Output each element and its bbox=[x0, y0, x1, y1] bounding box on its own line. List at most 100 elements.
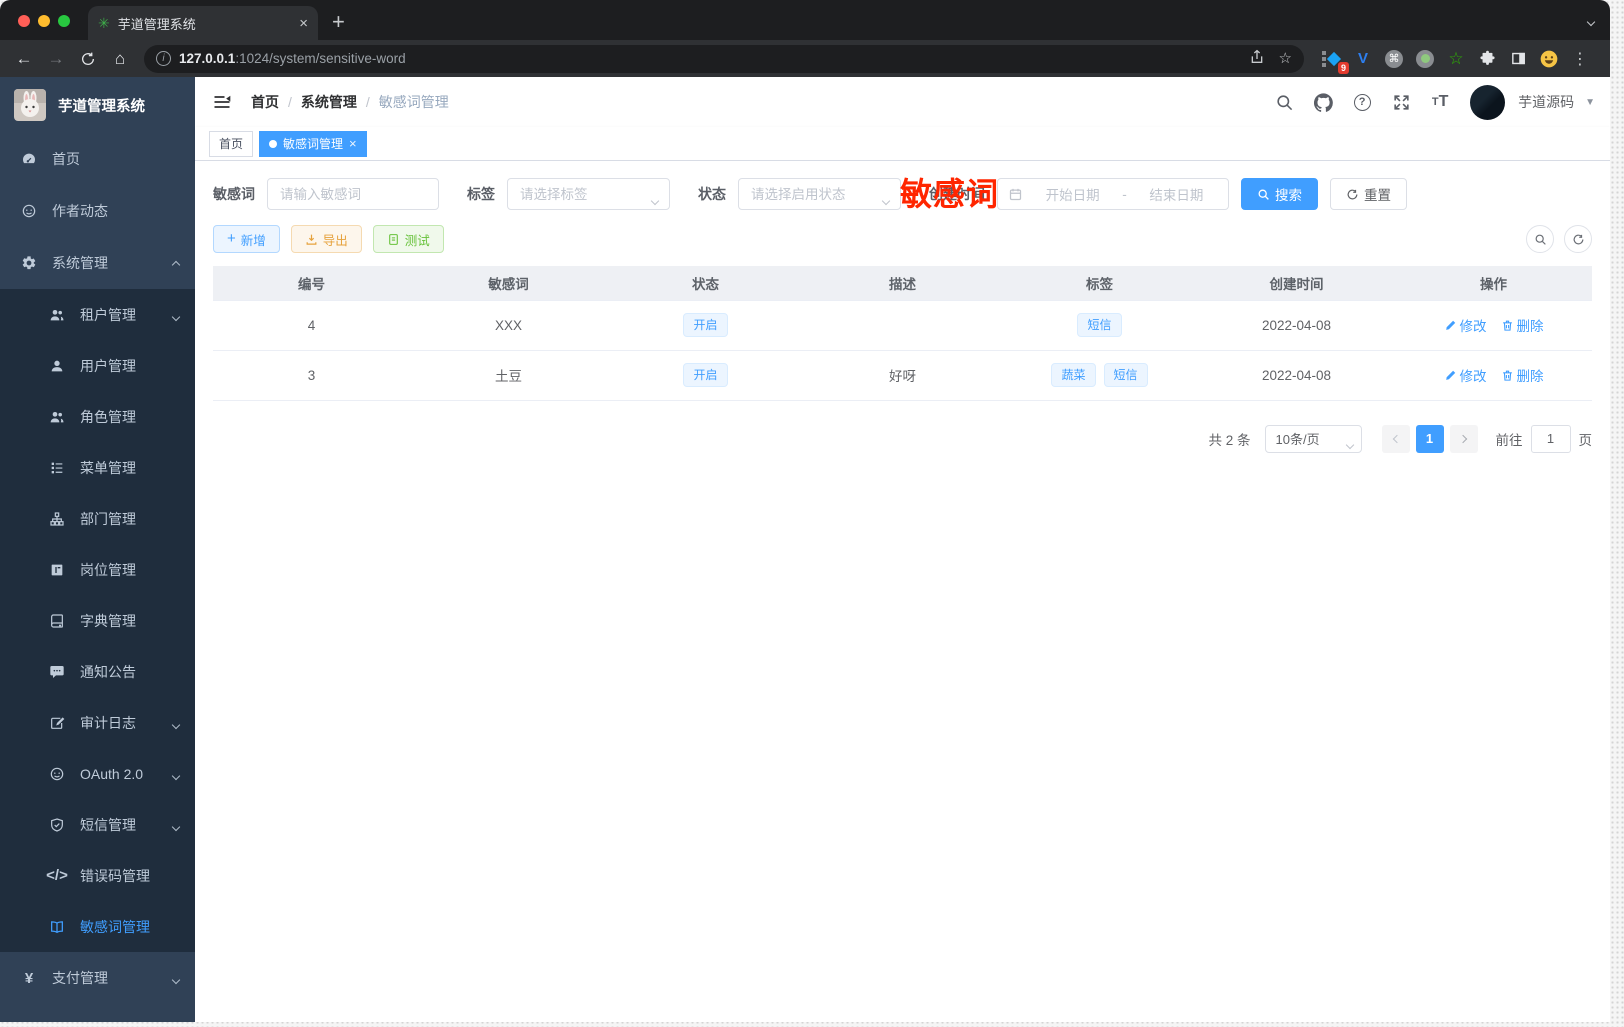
tab-close-icon[interactable]: × bbox=[349, 136, 357, 151]
edit-button[interactable]: 修改 bbox=[1444, 365, 1487, 385]
refresh-table-button[interactable] bbox=[1564, 225, 1592, 253]
date-range-picker[interactable]: 开始日期 - 结束日期 bbox=[997, 178, 1229, 210]
chevron-down-icon bbox=[881, 191, 891, 207]
refresh-icon bbox=[1347, 189, 1358, 199]
sidebar-item-user[interactable]: 用户管理 bbox=[0, 340, 195, 391]
profile-emoji-icon[interactable] bbox=[1539, 49, 1559, 69]
tag-badge: 短信 bbox=[1077, 312, 1122, 338]
log-icon bbox=[48, 714, 66, 732]
sidebar-item-dept[interactable]: 部门管理 bbox=[0, 493, 195, 544]
date-start-placeholder[interactable]: 开始日期 bbox=[1031, 184, 1114, 204]
minimize-window-button[interactable] bbox=[38, 15, 50, 27]
sidebar-item-label: 租户管理 bbox=[80, 306, 136, 323]
back-button[interactable]: ← bbox=[10, 45, 38, 73]
sidebar-item-pay[interactable]: ¥ 支付管理 bbox=[0, 952, 195, 1004]
browser-menu-icon[interactable]: ⋮ bbox=[1570, 49, 1592, 69]
font-size-icon[interactable]: TT bbox=[1425, 87, 1455, 117]
extension-star-icon[interactable]: ☆ bbox=[1446, 49, 1466, 69]
sidebar-item-home[interactable]: 首页 bbox=[0, 133, 195, 185]
header-search-icon[interactable] bbox=[1269, 87, 1299, 117]
github-icon[interactable] bbox=[1308, 87, 1338, 117]
tab-home[interactable]: 首页 bbox=[209, 130, 254, 157]
search-button[interactable]: 搜索 bbox=[1241, 178, 1318, 210]
refresh-icon bbox=[1573, 234, 1583, 244]
admin-app: 芋道管理系统 首页 作者动态 系统管理 租户管理 用户管理 角色管理 菜单管理 部门管理 岗位管… bbox=[0, 77, 1610, 1022]
extensions-puzzle-icon[interactable] bbox=[1477, 49, 1497, 69]
sidebar-item-sensitive-word[interactable]: 敏感词管理 bbox=[0, 901, 195, 952]
goto-page-input[interactable] bbox=[1530, 424, 1571, 453]
sidebar-logo[interactable]: 芋道管理系统 bbox=[0, 77, 195, 133]
sidebar-item-label: OAuth 2.0 bbox=[80, 765, 144, 782]
extension-command-icon[interactable]: ⌘ bbox=[1384, 49, 1404, 69]
edit-button[interactable]: 修改 bbox=[1444, 315, 1487, 335]
sidebar: 芋道管理系统 首页 作者动态系统管理租户管理用户管理 角色管理 菜单管理 部门管理 岗位管… bbox=[0, 77, 195, 1022]
extension-vimium-icon[interactable]: V bbox=[1353, 49, 1373, 69]
test-button[interactable]: 测试 bbox=[372, 225, 444, 253]
username[interactable]: 芋道源码 bbox=[1518, 92, 1574, 112]
breadcrumb-home[interactable]: 首页 bbox=[251, 92, 279, 112]
extension-diamond-icon[interactable]: 9 bbox=[1322, 49, 1349, 74]
address-bar[interactable]: i 127.0.0.1:1024/system/sensitive-word ☆ bbox=[144, 44, 1304, 73]
calendar-icon bbox=[1008, 187, 1023, 202]
share-icon[interactable] bbox=[1249, 49, 1265, 69]
home-button[interactable]: ⌂ bbox=[106, 45, 134, 73]
extension-recorder-icon[interactable] bbox=[1415, 49, 1435, 69]
chevron-down-icon bbox=[171, 817, 181, 833]
document-icon bbox=[388, 233, 398, 245]
next-page-button[interactable] bbox=[1449, 424, 1478, 453]
sidebar-item-sms[interactable]: 短信管理 bbox=[0, 799, 195, 850]
sidebar-item-post[interactable]: 岗位管理 bbox=[0, 544, 195, 595]
help-icon[interactable]: ? bbox=[1347, 87, 1377, 117]
sidebar-toggle-icon[interactable] bbox=[1508, 49, 1528, 69]
user-avatar[interactable] bbox=[1470, 84, 1506, 120]
sidebar-collapse-icon[interactable] bbox=[209, 89, 235, 115]
sidebar-item-author-feed[interactable]: 作者动态 bbox=[0, 185, 195, 237]
sidebar-item-system[interactable]: 系统管理 bbox=[0, 237, 195, 289]
add-button[interactable]: + 新增 bbox=[213, 225, 280, 253]
fullscreen-icon[interactable] bbox=[1386, 87, 1416, 117]
show-search-button[interactable] bbox=[1526, 225, 1554, 253]
tag-select[interactable] bbox=[507, 178, 670, 210]
user-menu-caret-icon[interactable]: ▼ bbox=[1585, 97, 1595, 108]
browser-tab[interactable]: ✳ 芋道管理系统 × bbox=[88, 6, 318, 40]
site-info-icon[interactable]: i bbox=[156, 51, 171, 66]
sidebar-item-tenant[interactable]: 租户管理 bbox=[0, 289, 195, 340]
gear-icon bbox=[20, 254, 38, 272]
export-button[interactable]: 导出 bbox=[290, 225, 362, 253]
sidebar-item-notice[interactable]: 通知公告 bbox=[0, 646, 195, 697]
reset-button[interactable]: 重置 bbox=[1330, 178, 1407, 210]
sidebar-item-audit-log[interactable]: 审计日志 bbox=[0, 697, 195, 748]
sidebar-item-label: 通知公告 bbox=[80, 663, 136, 680]
sidebar-item-role[interactable]: 角色管理 bbox=[0, 391, 195, 442]
bookmark-star-icon[interactable]: ☆ bbox=[1279, 49, 1292, 69]
zoom-window-button[interactable] bbox=[58, 15, 70, 27]
sidebar-item-oauth2[interactable]: OAuth 2.0 bbox=[0, 748, 195, 799]
delete-button[interactable]: 删除 bbox=[1501, 315, 1544, 335]
menu-tree-icon bbox=[48, 459, 66, 477]
tab-search-chevron-icon[interactable] bbox=[1586, 12, 1596, 28]
forward-button[interactable]: → bbox=[42, 45, 70, 73]
sidebar-item-menu[interactable]: 菜单管理 bbox=[0, 442, 195, 493]
main-area: 首页 / 系统管理 / 敏感词管理 ? T T 芋道源码 ▼ 首页 敏感词管理 … bbox=[195, 77, 1610, 1022]
delete-button[interactable]: 删除 bbox=[1501, 365, 1544, 385]
oauth-icon bbox=[48, 765, 66, 783]
tab-title: 芋道管理系统 bbox=[117, 16, 196, 32]
reload-button[interactable] bbox=[74, 45, 102, 73]
prev-page-button[interactable] bbox=[1381, 424, 1410, 453]
sidebar-item-label: 系统管理 bbox=[52, 255, 108, 271]
tab-sensitive-word[interactable]: 敏感词管理 × bbox=[259, 130, 367, 157]
date-end-placeholder[interactable]: 结束日期 bbox=[1135, 184, 1218, 204]
sidebar-item-error-code[interactable]: </> 错误码管理 bbox=[0, 850, 195, 901]
tab-close-icon[interactable]: × bbox=[299, 15, 308, 32]
sidebar-item-dict[interactable]: 字典管理 bbox=[0, 595, 195, 646]
cell-word: XXX bbox=[410, 300, 607, 351]
sidebar-item-label: 字典管理 bbox=[80, 612, 136, 629]
close-window-button[interactable] bbox=[18, 15, 30, 27]
status-select[interactable] bbox=[738, 178, 901, 210]
page-number-1[interactable]: 1 bbox=[1415, 424, 1444, 453]
new-tab-button[interactable]: + bbox=[332, 11, 345, 33]
breadcrumb-system[interactable]: 系统管理 bbox=[301, 92, 357, 112]
trash-icon bbox=[1501, 368, 1514, 383]
keyword-input[interactable] bbox=[267, 178, 439, 210]
code-icon: </> bbox=[46, 867, 68, 884]
